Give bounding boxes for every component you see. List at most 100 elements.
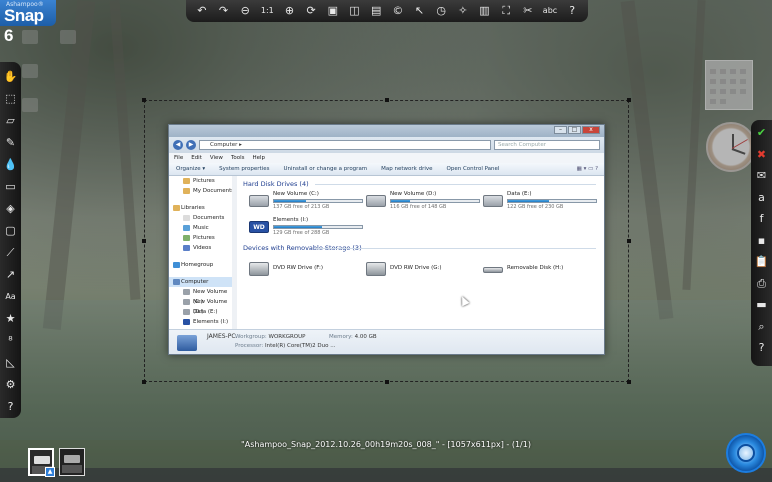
wd-drive-icon: WD <box>249 221 269 233</box>
resize-handle[interactable] <box>385 380 389 384</box>
drive-name: Elements (I:) <box>273 217 309 223</box>
image-icon[interactable]: ▣ <box>323 2 343 20</box>
resize-handle[interactable] <box>627 239 631 243</box>
discard-icon[interactable]: ✖ <box>753 144 771 166</box>
settings-icon[interactable]: ⚙ <box>2 374 20 396</box>
help-icon[interactable]: ? <box>753 337 771 359</box>
drive-free-space: 129 GB free of 288 GB <box>273 230 330 236</box>
nav-folder-icon <box>183 309 190 315</box>
folder-icon[interactable]: ▬ <box>753 294 771 316</box>
nav-item: Documents <box>169 213 236 223</box>
nav-item-label: Pictures <box>193 235 215 241</box>
magic-wand-icon[interactable]: ✧ <box>453 2 473 20</box>
taskbar <box>0 468 772 482</box>
nav-item: Pictures <box>169 233 236 243</box>
thumbnail-current[interactable]: ▲ <box>28 448 55 477</box>
right-toolbar: ✔ ✖ ✉ a f ▪ 📋 ⎙ ▬ ⌕? <box>751 120 772 366</box>
back-icon: ◀ <box>173 140 183 150</box>
help-icon[interactable]: ? <box>2 396 20 418</box>
confirm-icon[interactable]: ✔ <box>753 122 771 144</box>
command-button: System properties <box>219 166 270 172</box>
fill-icon[interactable]: ◈ <box>2 198 20 220</box>
removable-item: Removable Disk (H:) <box>483 257 600 279</box>
nav-folder-icon <box>173 205 180 211</box>
hdd-group-header: Hard Disk Drives (4) <box>243 179 600 189</box>
command-button: Map network drive <box>381 166 433 172</box>
nav-folder-icon <box>183 178 190 184</box>
removable-name: DVD RW Drive (F:) <box>273 265 323 271</box>
clipboard-icon[interactable]: 📋 <box>753 251 771 273</box>
resize-handle[interactable] <box>627 98 631 102</box>
nav-folder-icon <box>173 262 180 268</box>
nav-folder-icon <box>183 215 190 221</box>
resize-handle[interactable] <box>142 239 146 243</box>
frame-icon[interactable]: ◫ <box>345 2 365 20</box>
text-icon[interactable]: Aa <box>2 286 20 308</box>
brush-icon[interactable]: ⟋ <box>2 242 20 264</box>
print-icon[interactable]: ⎙ <box>753 273 771 295</box>
command-button: Organize ▾ <box>176 166 206 172</box>
rotate-icon[interactable]: ⟳ <box>301 2 321 20</box>
resize-handle[interactable] <box>627 380 631 384</box>
select-icon[interactable]: ⬚ <box>2 88 20 110</box>
drop-icon[interactable]: 💧 <box>2 154 20 176</box>
nav-item-label: Data (E:) <box>193 309 218 315</box>
nav-folder-icon <box>183 299 190 305</box>
pencil-icon[interactable]: ✎ <box>2 132 20 154</box>
copyright-icon[interactable]: © <box>388 2 408 20</box>
zoom-in-icon[interactable]: ⊕ <box>280 2 300 20</box>
nav-item: New Volume (C:) <box>169 287 236 305</box>
eraser-icon[interactable]: ▱ <box>2 110 20 132</box>
amazon-icon[interactable]: a <box>753 187 771 209</box>
resize-handle[interactable] <box>142 98 146 102</box>
resize-handle[interactable] <box>385 98 389 102</box>
command-bar: Organize ▾ System properties Uninstall or … <box>169 163 604 176</box>
pointer-icon[interactable]: ↖ <box>410 2 430 20</box>
zoom-out-icon[interactable]: ⊖ <box>235 2 255 20</box>
counter-icon[interactable]: ⁸ <box>2 330 20 352</box>
capture-orb-button[interactable] <box>726 433 766 473</box>
search-folder-icon[interactable]: ⌕ <box>753 316 771 338</box>
email-icon[interactable]: ✉ <box>753 165 771 187</box>
menu-item: Edit <box>191 155 202 161</box>
facebook-icon[interactable]: f <box>753 208 771 230</box>
undo-icon[interactable]: ↶ <box>192 2 212 20</box>
workgroup: Workgroup: WORKGROUP <box>235 334 306 340</box>
nav-folder-icon <box>183 188 190 194</box>
redo-icon[interactable]: ↷ <box>214 2 234 20</box>
resize-handle[interactable] <box>142 380 146 384</box>
layer-icon[interactable]: ▤ <box>366 2 386 20</box>
drive-name: Data (E:) <box>507 191 532 197</box>
stamp-icon[interactable]: ★ <box>2 308 20 330</box>
nav-item: Pictures <box>169 176 236 186</box>
navigation-pane: Pictures My Documents Libraries Documents Mu… <box>169 176 237 331</box>
nav-scrollbar <box>232 176 237 331</box>
nav-item: New Volume (D:) <box>169 297 236 315</box>
drive-free-space: 137 GB free of 213 GB <box>273 204 330 210</box>
ruler-icon[interactable]: ◺ <box>2 352 20 374</box>
zoom-reset-icon[interactable]: 1:1 <box>257 2 278 20</box>
details-pane: JAMES-PC Workgroup: WORKGROUP Memory: 4.… <box>169 329 604 354</box>
thumbnail-item[interactable] <box>59 448 85 476</box>
nav-item: Elements (I:) <box>169 317 236 327</box>
rectangle-icon[interactable]: ▢ <box>2 220 20 242</box>
thumbnail-strip: ▲ <box>28 448 85 477</box>
arrow-icon[interactable]: ↗ <box>2 264 20 286</box>
save-icon[interactable]: ▪ <box>753 230 771 252</box>
address-bar: Computer ▸ <box>199 140 491 150</box>
nav-item-label: Homegroup <box>181 262 214 268</box>
clock-icon[interactable]: ◷ <box>431 2 451 20</box>
nav-folder-icon <box>183 225 190 231</box>
close-icon: x <box>582 126 600 134</box>
nav-item: Data (E:) <box>169 307 236 317</box>
tools-icon[interactable]: ✂ <box>518 2 538 20</box>
drive-item: WD Elements (I:) 129 GB free of 288 GB <box>249 217 366 239</box>
spellcheck-icon[interactable]: abc <box>540 2 561 20</box>
bucket-icon[interactable]: ▥ <box>475 2 495 20</box>
crop-icon[interactable]: ▭ <box>2 176 20 198</box>
hand-icon[interactable]: ✋ <box>2 66 20 88</box>
help-icon[interactable]: ? <box>562 2 582 20</box>
fullscreen-icon[interactable]: ⛶ <box>496 2 516 20</box>
search-box: Search Computer <box>494 140 600 150</box>
drive-usage-bar <box>273 225 363 229</box>
